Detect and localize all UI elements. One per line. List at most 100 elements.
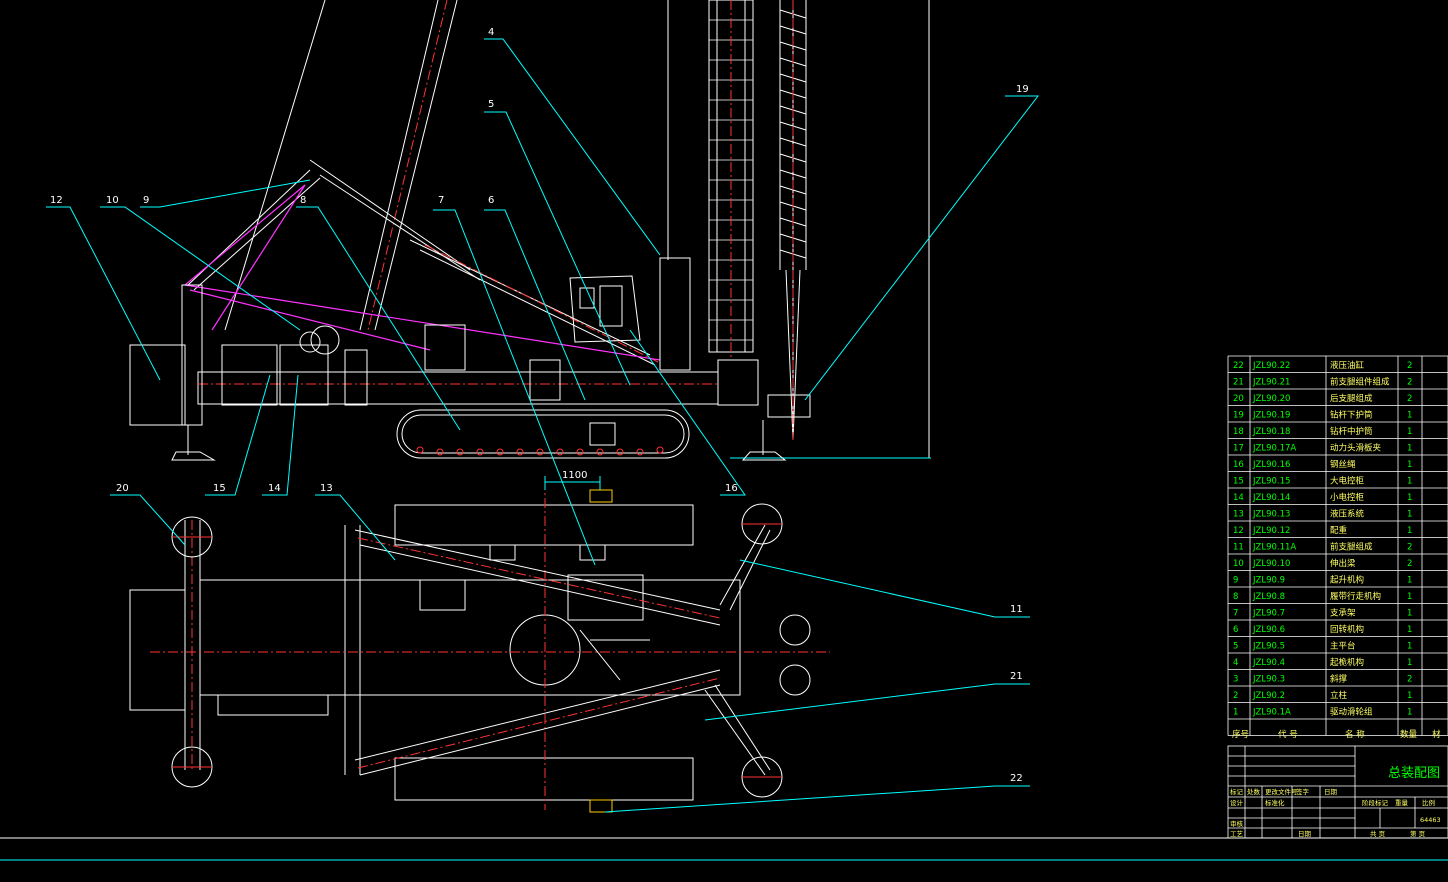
part-no: 2 <box>1233 691 1238 701</box>
part-code: JZL90.3 <box>1252 675 1285 685</box>
auger <box>779 0 807 441</box>
part-code: JZL90.20 <box>1252 394 1290 404</box>
mast <box>708 0 754 360</box>
part-name: 驱动滑轮组 <box>1330 707 1373 718</box>
table-row: 6 JZL90.6 回转机构 1 <box>1233 624 1412 635</box>
a-frame <box>187 159 659 366</box>
part-code: JZL90.22 <box>1252 361 1290 371</box>
part-code: JZL90.16 <box>1252 460 1290 470</box>
cad-drawing-canvas: 1100 4 5 19 12 10 9 8 7 6 16 15 14 13 20 <box>0 0 1448 861</box>
table-row: 12 JZL90.12 配重 1 <box>1233 525 1412 536</box>
callout-22: 22 <box>1010 773 1023 784</box>
outrigger-arms <box>354 524 771 776</box>
callout-14: 14 <box>268 483 281 494</box>
tb-mark: 标记 <box>1230 787 1244 796</box>
part-qty: 1 <box>1407 609 1412 619</box>
tb-total-pages: 共 页 <box>1370 829 1386 838</box>
part-name: 伸出梁 <box>1330 558 1356 569</box>
callout-21: 21 <box>1010 671 1023 682</box>
drawing-title: 总装配图 <box>1388 766 1440 781</box>
part-code: JZL90.9 <box>1252 576 1285 586</box>
header-qty: 数量 <box>1400 729 1418 740</box>
callout-8: 8 <box>300 195 306 206</box>
part-name: 钻杆下护筒 <box>1330 410 1373 421</box>
part-no: 10 <box>1233 559 1244 569</box>
table-row: 2 JZL90.2 立柱 1 <box>1233 690 1412 701</box>
tb-page: 第 页 <box>1410 829 1426 838</box>
part-code: JZL90.11A <box>1252 543 1296 553</box>
part-code: JZL90.18 <box>1252 427 1290 437</box>
callout-labels: 4 5 19 12 10 9 8 7 6 16 15 14 13 20 11 2… <box>50 27 1029 784</box>
part-no: 16 <box>1233 460 1244 470</box>
part-qty: 1 <box>1407 625 1412 635</box>
header-name: 名 称 <box>1345 729 1365 740</box>
part-name: 大电控柜 <box>1330 476 1365 487</box>
part-code: JZL90.1A <box>1252 708 1291 718</box>
part-qty: 1 <box>1407 642 1412 652</box>
part-name: 支承架 <box>1330 608 1356 619</box>
plan-view <box>129 476 830 813</box>
parts-list-table: 22 JZL90.22 液压油缸 221 JZL90.21 前支腿组件组成 220 JZL90… <box>1227 355 1448 740</box>
tb-sign: 签字 <box>1296 787 1310 796</box>
table-row: 19 JZL90.19 钻杆下护筒 1 <box>1233 410 1412 421</box>
tb-review: 审核 <box>1230 819 1244 828</box>
callout-20: 20 <box>116 483 129 494</box>
part-qty: 2 <box>1407 394 1412 404</box>
part-no: 19 <box>1233 411 1244 421</box>
table-row: 15 JZL90.15 大电控柜 1 <box>1233 476 1412 487</box>
part-qty: 2 <box>1407 378 1412 388</box>
callout-15: 15 <box>213 483 226 494</box>
part-code: JZL90.17A <box>1252 444 1296 454</box>
part-name: 配重 <box>1330 525 1348 536</box>
part-qty: 1 <box>1407 427 1412 437</box>
part-qty: 1 <box>1407 493 1412 503</box>
table-row: 10 JZL90.10 伸出梁 2 <box>1233 558 1412 569</box>
table-row: 17 JZL90.17A 动力头滑板夹 1 <box>1233 443 1412 454</box>
part-no: 15 <box>1233 477 1244 487</box>
part-code: JZL90.2 <box>1252 691 1285 701</box>
table-header-row: 序号 代 号 名 称 数量 材 <box>1232 729 1441 740</box>
table-row: 7 JZL90.7 支承架 1 <box>1233 608 1412 619</box>
part-name: 动力头滑板夹 <box>1330 443 1382 454</box>
part-qty: 1 <box>1407 576 1412 586</box>
tb-scale: 比例 <box>1422 798 1435 807</box>
part-name: 液压油缸 <box>1330 360 1365 371</box>
main-platform <box>129 257 811 461</box>
callout-6: 6 <box>488 195 494 206</box>
title-block: 总装配图 64463 标记 处数 更改文件号 签字 日期 设计 标准化 阶段标记… <box>1227 745 1448 839</box>
callout-7: 7 <box>438 195 444 206</box>
tb-change-doc: 更改文件号 <box>1265 787 1298 796</box>
callout-5: 5 <box>488 99 494 110</box>
part-code: JZL90.13 <box>1252 510 1290 520</box>
titleblock-row-1: 标记 处数 更改文件号 签字 日期 <box>1230 787 1338 796</box>
part-qty: 2 <box>1407 559 1412 569</box>
table-row: 8 JZL90.8 履带行走机构 1 <box>1233 591 1412 602</box>
part-no: 12 <box>1233 526 1244 536</box>
table-row: 18 JZL90.18 钻杆中护筒 1 <box>1233 426 1412 437</box>
part-no: 3 <box>1233 675 1238 685</box>
callout-12: 12 <box>50 195 63 206</box>
part-name: 前支腿组件组成 <box>1330 377 1390 388</box>
part-code: JZL90.8 <box>1252 592 1285 602</box>
part-code: JZL90.6 <box>1252 625 1285 635</box>
part-code: JZL90.10 <box>1252 559 1290 569</box>
part-no: 1 <box>1233 708 1238 718</box>
part-name: 履带行走机构 <box>1330 591 1381 602</box>
drawing-number: 64463 <box>1420 816 1441 824</box>
part-qty: 1 <box>1407 477 1412 487</box>
part-code: JZL90.4 <box>1252 658 1285 668</box>
table-row: 16 JZL90.16 钢丝绳 1 <box>1233 459 1412 470</box>
part-code: JZL90.12 <box>1252 526 1290 536</box>
part-no: 14 <box>1233 493 1244 503</box>
part-no: 6 <box>1233 625 1238 635</box>
titleblock-row-2: 设计 标准化 阶段标记 重量 比例 <box>1230 798 1435 807</box>
part-name: 小电控柜 <box>1330 492 1365 503</box>
table-row: 3 JZL90.3 斜撑 2 <box>1233 674 1412 685</box>
callout-13: 13 <box>320 483 333 494</box>
dimension-label: 1100 <box>562 470 587 481</box>
part-name: 后支腿组成 <box>1330 393 1373 404</box>
part-no: 5 <box>1233 642 1238 652</box>
tb-standard: 标准化 <box>1265 798 1285 807</box>
tb-weight: 重量 <box>1395 799 1409 807</box>
part-name: 前支腿组成 <box>1330 542 1373 553</box>
